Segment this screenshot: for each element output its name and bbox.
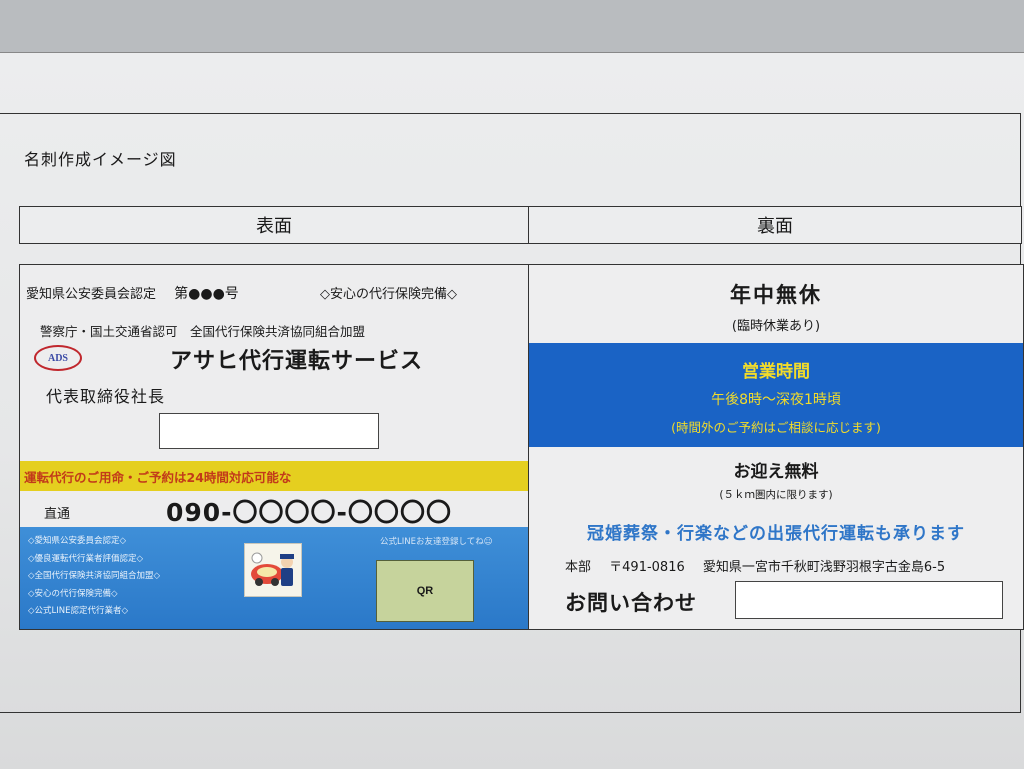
feature-item: ◇安心の代行保険完備◇ — [28, 588, 118, 599]
certification-text: 愛知県公安委員会認定 — [26, 287, 157, 302]
features-list: ◇愛知県公安委員会認定◇ ◇優良運転代行業者評価認定◇ ◇全国代行保険共済協同組… — [28, 533, 160, 621]
hq-label: 本部 — [565, 560, 592, 575]
inquiry-label: お問い合わせ — [565, 591, 697, 615]
direct-line-label: 直通 — [44, 507, 71, 522]
ads-logo: ADS — [34, 345, 82, 371]
page-title: 名刺作成イメージ図 — [24, 150, 177, 169]
approval-text: 警察庁・国土交通省認可 全国代行保険共済協同組合加盟 — [40, 324, 366, 339]
qr-code-placeholder: QR — [376, 560, 474, 622]
feature-item: ◇愛知県公安委員会認定◇ — [28, 536, 127, 546]
name-placeholder-box — [159, 413, 379, 449]
business-hours-time: 午後8時～深夜1時頃 — [711, 392, 841, 408]
business-hours-title: 営業時間 — [742, 362, 810, 382]
insurance-complete-text: ◇安心の代行保険完備◇ — [320, 287, 457, 302]
open-all-year: 年中無休 — [730, 283, 822, 307]
pickup-radius-note: (５ｋｍ圏内に限ります) — [719, 489, 833, 501]
business-card-front: 愛知県公安委員会認定 第●●●号 ◇安心の代行保険完備◇ 警察庁・国土交通省認可… — [19, 264, 529, 630]
feature-item: ◇全国代行保険共済協同組合加盟◇ — [28, 571, 161, 581]
inquiry-placeholder-box — [735, 581, 1003, 619]
mascot-illustration — [244, 543, 302, 597]
mascot-icon — [251, 552, 294, 586]
line-friend-caption: 公式LINEお友達登録してね☺ — [380, 537, 493, 547]
certification-number: 第●●●号 — [174, 286, 239, 302]
phone-number: 090-〇〇〇〇-〇〇〇〇 — [166, 498, 452, 527]
certification-line: 愛知県公安委員会認定 第●●●号 — [26, 283, 239, 303]
address-line: 本部 〒491-0816 愛知県一宮市千秋町浅野羽根字古金島6-5 — [565, 556, 959, 575]
front-side-header: 表面 — [19, 206, 529, 244]
postal-code: 〒491-0816 — [609, 560, 685, 575]
address-text: 愛知県一宮市千秋町浅野羽根字古金島6-5 — [702, 560, 946, 575]
reservation-band: 運転代行のご用命・ご予約は24時間対応可能な — [20, 461, 528, 491]
back-side-header: 裏面 — [528, 206, 1022, 244]
business-hours-note: (時間外のご予約はご相談に応じます) — [671, 420, 881, 435]
services-text: 冠婚葬祭・行楽などの出張代行運転も承ります — [587, 524, 965, 544]
feature-item: ◇優良運転代行業者評価認定◇ — [28, 553, 144, 564]
free-pickup: お迎え無料 — [733, 462, 819, 482]
feature-item: ◇公式LINE認定代行業者◇ — [28, 606, 129, 616]
company-name: アサヒ代行運転サービス — [170, 349, 424, 374]
representative-title: 代表取締役社長 — [46, 387, 166, 406]
business-card-back: 年中無休 (臨時休業あり) 営業時間 午後8時～深夜1時頃 (時間外のご予約はご… — [528, 264, 1024, 630]
temporary-closure-note: (臨時休業あり) — [731, 319, 821, 334]
